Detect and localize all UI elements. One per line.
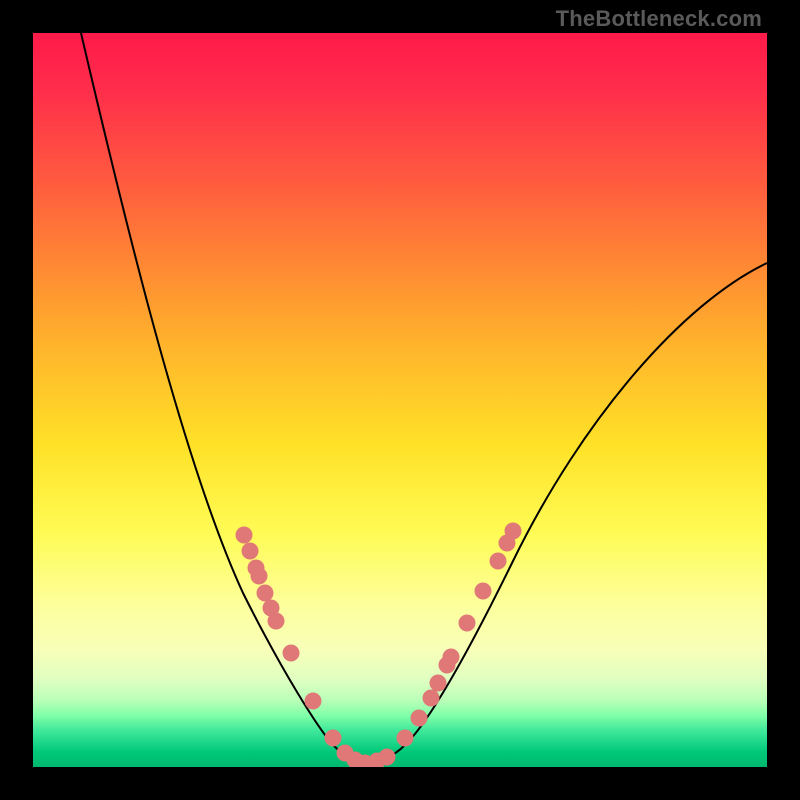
data-dot xyxy=(459,615,476,632)
data-dot xyxy=(236,527,253,544)
data-dot xyxy=(305,693,322,710)
data-dot xyxy=(423,690,440,707)
data-dot xyxy=(443,649,460,666)
data-dot xyxy=(242,543,259,560)
data-dot xyxy=(490,553,507,570)
data-dots xyxy=(236,523,522,768)
data-dot xyxy=(475,583,492,600)
watermark-text: TheBottleneck.com xyxy=(556,6,762,32)
data-dot xyxy=(430,675,447,692)
left-curve xyxy=(81,33,365,763)
plot-area xyxy=(33,33,767,767)
data-dot xyxy=(505,523,522,540)
data-dot xyxy=(325,730,342,747)
chart-frame: TheBottleneck.com xyxy=(0,0,800,800)
data-dot xyxy=(268,613,285,630)
right-curve xyxy=(365,263,767,763)
data-dot xyxy=(251,568,268,585)
data-dot xyxy=(257,585,274,602)
data-dot xyxy=(379,749,396,766)
chart-svg xyxy=(33,33,767,767)
data-dot xyxy=(397,730,414,747)
data-dot xyxy=(283,645,300,662)
data-dot xyxy=(411,710,428,727)
